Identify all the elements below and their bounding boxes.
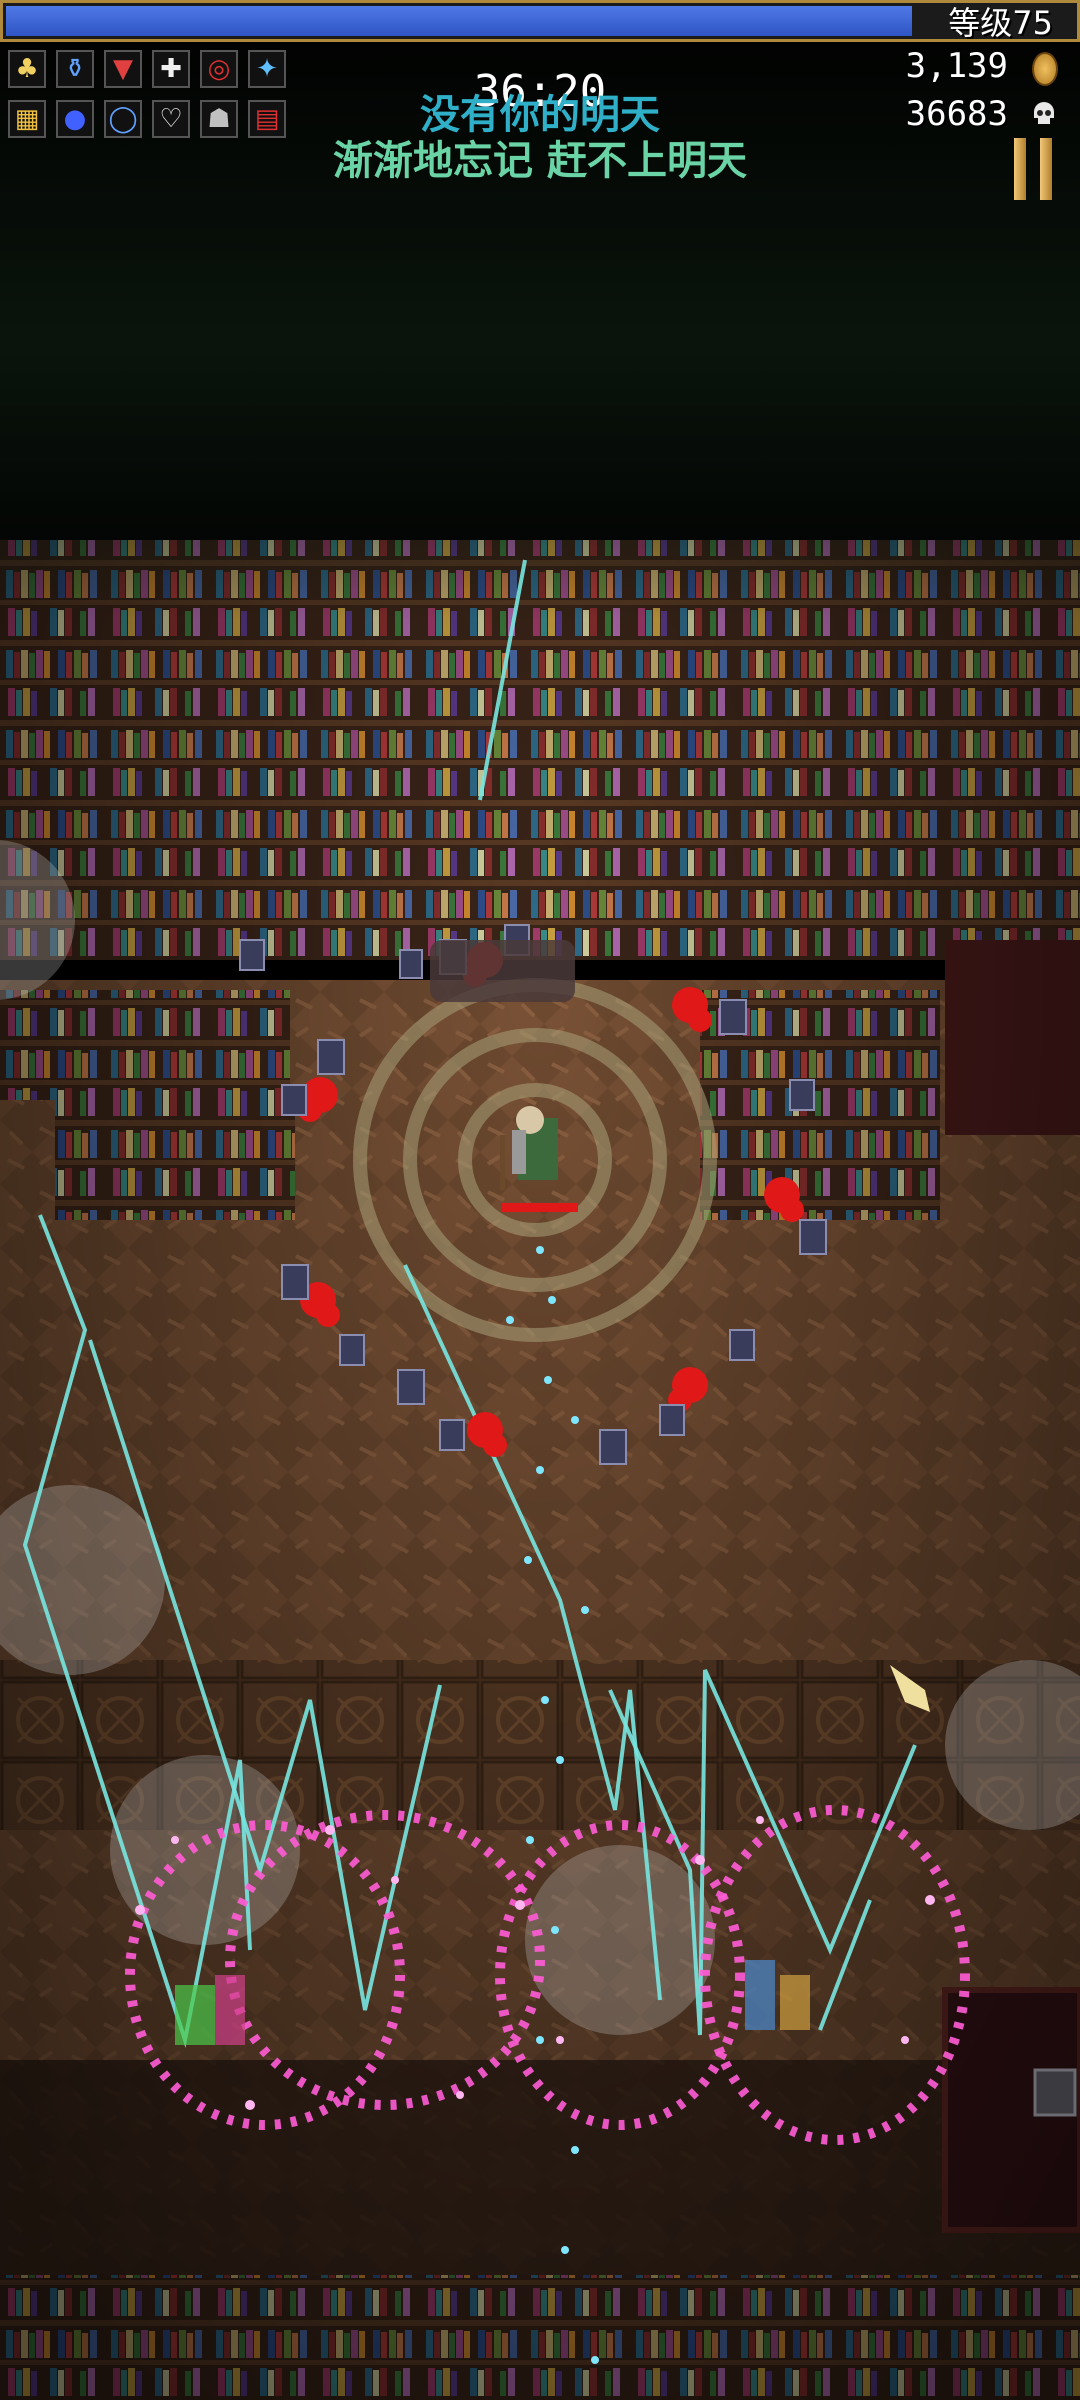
ring-icon: ◎ [200,50,238,88]
cross-icon: ✚ [152,50,190,88]
level-label: 等级75 [948,4,1053,42]
player-health-bar [502,1203,578,1212]
pause-bar-right [1040,138,1052,200]
gold-counter: 3,139 [905,46,1008,86]
experience-bar-fill [6,6,912,36]
pause-bar-left [1014,138,1026,200]
game-scene [0,0,1080,2400]
experience-bar: 等级75 [0,0,1080,42]
pause-button[interactable] [1014,138,1054,200]
spellbinder-icon: ▦ [8,100,46,138]
skull-mask-icon: ☗ [200,100,238,138]
halo-icon: ◯ [104,100,142,138]
clover-icon: ♣ [8,50,46,88]
kill-counter: 36683 [905,94,1008,134]
coin-icon [1032,52,1058,86]
armor-icon: ▼ [104,50,142,88]
potion-icon: ⚱ [56,50,94,88]
wand-icon: ✦ [248,50,286,88]
pedestal [1033,2068,1077,2117]
skull-icon [1034,102,1054,124]
orb-icon: ● [56,100,94,138]
heart-icon: ♡ [152,100,190,138]
tome-icon: ▤ [248,100,286,138]
reading-table [430,940,575,1002]
